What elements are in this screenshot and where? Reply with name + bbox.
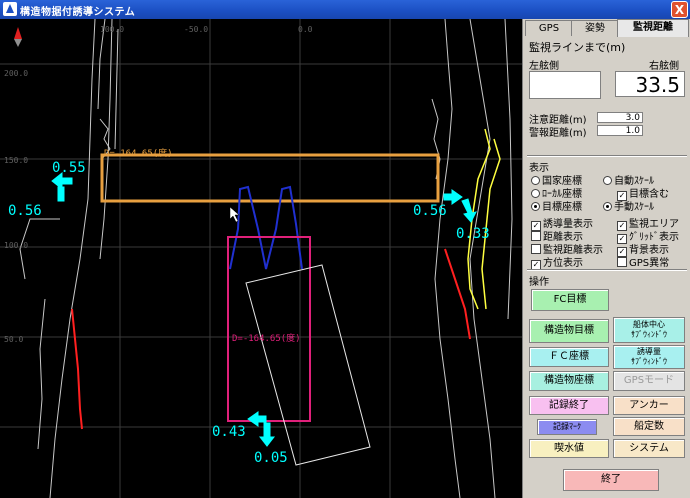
upper-angle-label: D=-164.65(度): [104, 149, 173, 159]
hull-center-subwindow-button[interactable]: 船体中心 ｻﾌﾞｳｨﾝﾄﾞｳ: [613, 317, 685, 343]
tab-strip: GPS 姿勢 監視距離: [525, 19, 689, 37]
divider: [527, 269, 687, 271]
grid-tick-x-neg50: -50.0: [184, 25, 209, 34]
tab-monitor-distance[interactable]: 監視距離: [617, 19, 689, 37]
title-bar[interactable]: 構造物据付誘導システム X: [0, 0, 690, 19]
radio-checked-icon: [603, 202, 612, 211]
map-canvas: [0, 19, 522, 498]
warning-distance-value: 1.0: [625, 126, 640, 136]
operation-heading: 操作: [529, 277, 549, 288]
draft-value-button[interactable]: 喫水値: [529, 439, 609, 458]
exit-button[interactable]: 終了: [563, 469, 659, 491]
port-label: 左舷側: [529, 61, 559, 72]
checkbox-icon: [531, 231, 541, 241]
app-logo-icon: [3, 2, 17, 16]
starboard-distance-display: 33.5: [615, 71, 685, 97]
radio-icon: [531, 176, 540, 185]
caution-distance-field[interactable]: 3.0: [597, 112, 643, 123]
guide-value-lower-bottom: 0.05: [254, 450, 288, 466]
guide-value-upper-right-bottom: 0.33: [456, 226, 490, 242]
system-button[interactable]: システム: [613, 439, 685, 458]
divider: [527, 155, 687, 157]
port-distance-display: [529, 71, 601, 99]
grid-tick-y-200: 200.0: [4, 69, 29, 78]
guide-amount-subwindow-button[interactable]: 誘導量 ｻﾌﾞｳｨﾝﾄﾞｳ: [613, 345, 685, 369]
checkbox-icon: [617, 257, 627, 267]
record-mark-button[interactable]: 記録ﾏｰｸ: [537, 419, 597, 435]
radio-checked-icon: [531, 202, 540, 211]
fc-coords-button[interactable]: ＦＣ座標: [529, 347, 609, 367]
anchor-button[interactable]: アンカー: [613, 396, 685, 415]
warning-distance-field[interactable]: 1.0: [597, 125, 643, 136]
lower-angle-label: D=-164.65(度): [232, 334, 301, 344]
window-title: 構造物据付誘導システム: [20, 7, 136, 18]
grid-tick-y-50: 50.0: [4, 335, 24, 344]
close-button[interactable]: X: [671, 1, 688, 18]
guide-value-upper-left-side: 0.56: [8, 203, 42, 219]
radio-target-coords[interactable]: 目標座標: [531, 198, 582, 213]
structure-coords-button[interactable]: 構造物座標: [529, 371, 609, 391]
warning-distance-label: 警報距離(m): [529, 128, 587, 139]
check-heading-display[interactable]: ✓ 方位表示: [531, 254, 583, 270]
grid-tick-y-100: 100.0: [4, 241, 29, 250]
guide-value-upper-right-side: 0.56: [413, 203, 447, 219]
control-panel: GPS 姿勢 監視距離 監視ラインまで(m) 左舷側 右舷側 33.5 注意距離…: [522, 19, 690, 498]
app-window: 構造物据付誘導システム X 100.0 -50.0 0.0 200.0 150.…: [0, 0, 690, 498]
record-end-button[interactable]: 記録終了: [529, 396, 609, 415]
tab-gps[interactable]: GPS: [525, 20, 573, 36]
tab-attitude[interactable]: 姿勢: [571, 20, 619, 36]
checkbox-icon: [531, 244, 541, 254]
guide-value-upper-left-top: 0.55: [52, 160, 86, 176]
check-label: 方位表示: [543, 258, 583, 269]
grid-tick-x-0: 0.0: [298, 25, 313, 34]
check-label: GPS異常: [629, 258, 670, 269]
map-view[interactable]: 100.0 -50.0 0.0 200.0 150.0 100.0 50.0 D…: [0, 19, 522, 498]
radio-icon: [531, 189, 540, 198]
radio-manual-scale[interactable]: 手動ｽｹｰﾙ: [603, 198, 654, 213]
grid-tick-x-100: 100.0: [100, 25, 125, 34]
radio-label: 目標座標: [542, 202, 582, 213]
radio-icon: [603, 176, 612, 185]
fc-target-button[interactable]: FC目標: [531, 289, 609, 311]
monitor-heading: 監視ラインまで(m): [529, 41, 626, 54]
starboard-distance-value: 33.5: [635, 73, 680, 97]
caution-distance-value: 3.0: [625, 113, 640, 123]
structure-target-button[interactable]: 構造物目標: [529, 319, 609, 343]
check-gps-error[interactable]: GPS異常: [617, 254, 669, 269]
grid-tick-y-150: 150.0: [4, 156, 29, 165]
starboard-label: 右舷側: [649, 61, 679, 72]
guide-value-lower-side: 0.43: [212, 424, 246, 440]
radio-label: 手動ｽｹｰﾙ: [614, 202, 654, 213]
ship-constant-button[interactable]: 船定数: [613, 417, 685, 436]
gps-mode-button[interactable]: GPSモード: [613, 371, 685, 391]
